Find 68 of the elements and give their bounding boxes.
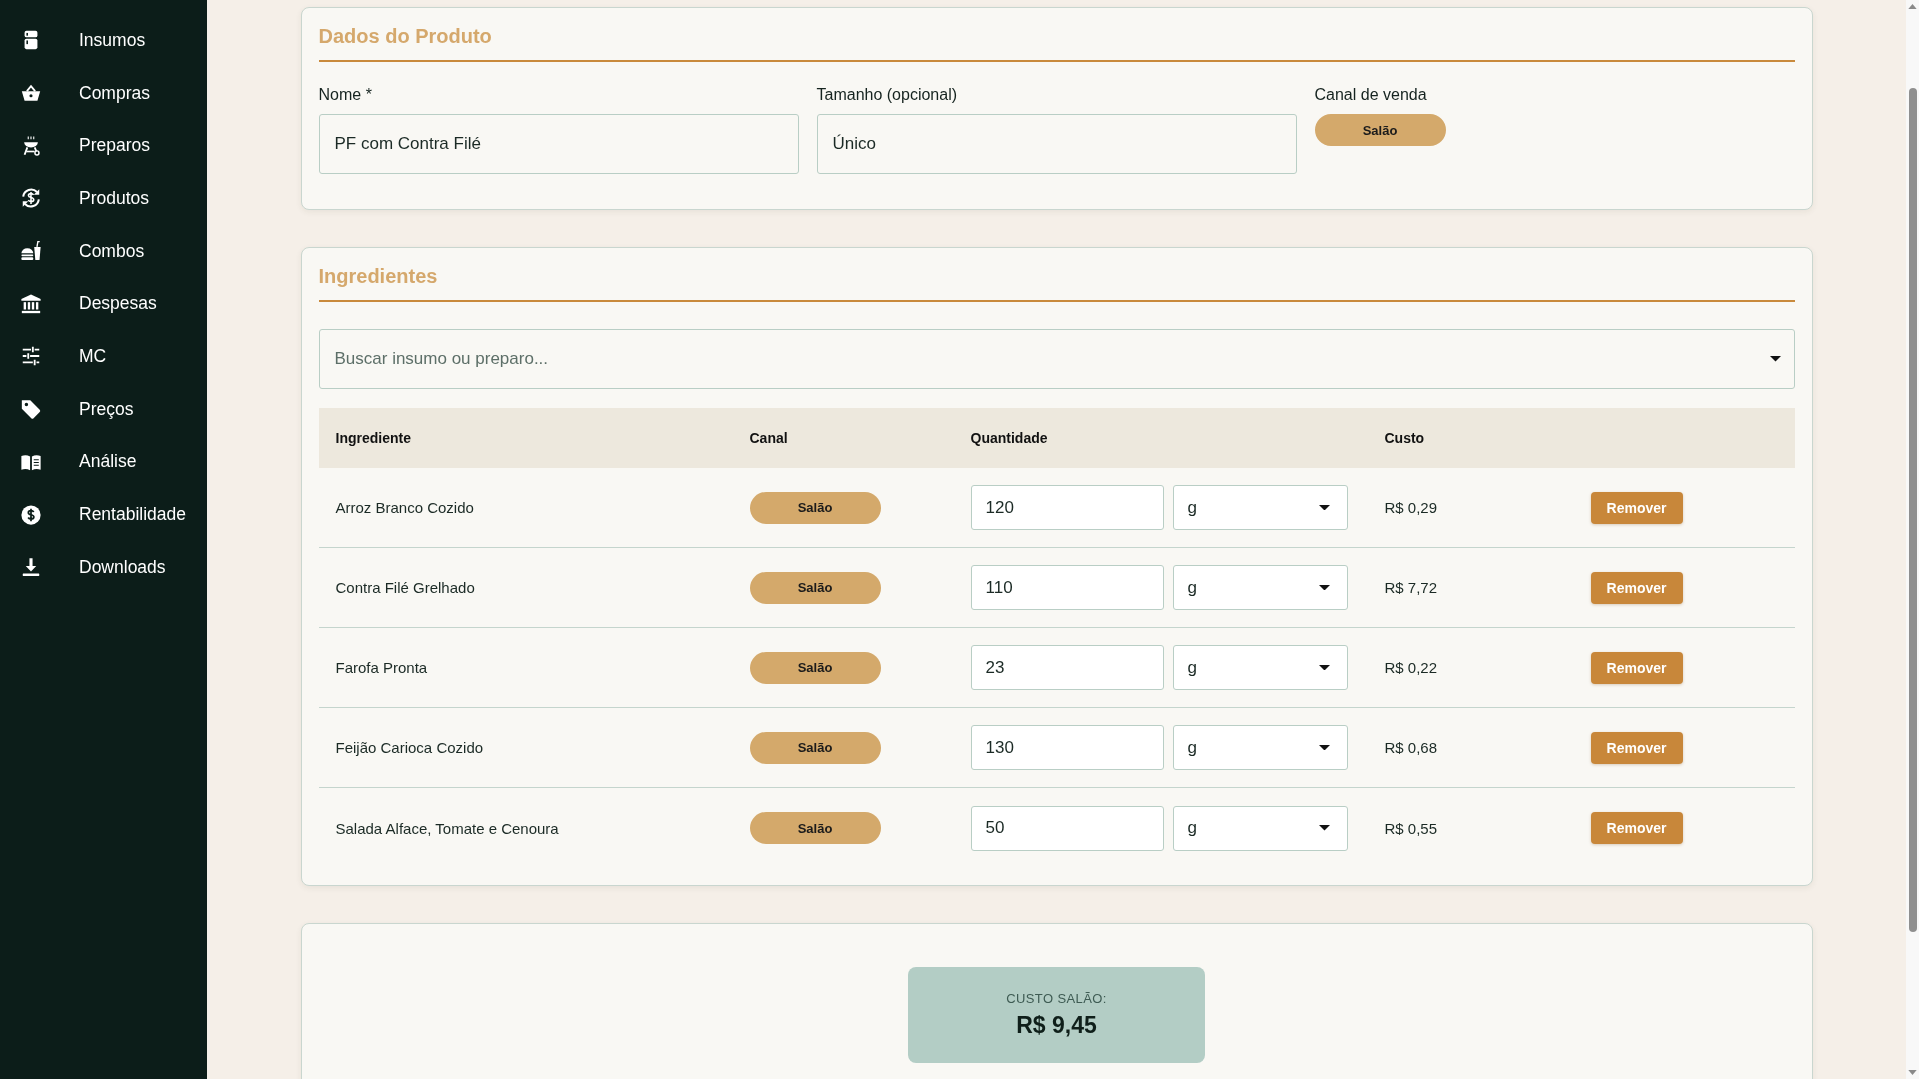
bank-icon bbox=[20, 292, 42, 315]
unit-select[interactable]: g bbox=[1172, 725, 1348, 770]
quantity-field[interactable]: 110 bbox=[970, 565, 1164, 610]
cost-text: R$ 0,22 bbox=[1384, 659, 1438, 676]
section-title: Dados do Produto bbox=[318, 25, 492, 47]
text-field[interactable]: PF com Contra Filé bbox=[318, 114, 799, 174]
ingredient-name: Feijão Carioca Cozido bbox=[335, 739, 484, 756]
cost-summary-label: CUSTO SALÃO: bbox=[1006, 991, 1107, 1006]
sidebar-item[interactable]: Downloads bbox=[0, 540, 207, 594]
scrollbar-thumb[interactable] bbox=[1908, 88, 1917, 932]
ingredient-name: Salada Alface, Tomate e Cenoura bbox=[335, 819, 559, 837]
sidebar-item[interactable]: Insumos bbox=[0, 14, 207, 67]
caret-icon bbox=[1318, 504, 1330, 511]
quantity-field[interactable]: 130 bbox=[970, 725, 1164, 770]
search-field[interactable]: Buscar insumo ou preparo... bbox=[318, 329, 1795, 389]
caret-icon bbox=[1318, 584, 1330, 591]
cost-text: R$ 0,68 bbox=[1384, 739, 1438, 756]
column-header: Custo bbox=[1384, 430, 1425, 446]
unit-select[interactable]: g bbox=[1172, 485, 1348, 530]
sidebar-item[interactable]: Preparos bbox=[0, 119, 207, 173]
download-icon bbox=[20, 556, 42, 579]
field-label: Canal de venda bbox=[1314, 85, 1427, 105]
text-field[interactable]: Único bbox=[816, 114, 1297, 174]
sidebar-item[interactable]: Despesas bbox=[0, 277, 207, 331]
caret-icon bbox=[1318, 664, 1330, 671]
unit-select[interactable]: g bbox=[1172, 805, 1348, 851]
scroll-up-arrow-icon bbox=[1908, 4, 1917, 9]
cost-text: R$ 0,55 bbox=[1384, 819, 1438, 837]
caret-icon bbox=[1318, 744, 1330, 751]
section-title: Ingredientes bbox=[318, 265, 438, 287]
field-label: Tamanho (opcional) bbox=[816, 85, 958, 105]
sliders-icon bbox=[20, 345, 42, 368]
sidebar-item[interactable]: Combos bbox=[0, 224, 207, 278]
cost-summary-value: R$ 9,45 bbox=[1016, 1012, 1097, 1039]
channel-badge: Salão bbox=[749, 491, 881, 524]
ingredient-name: Contra Filé Grelhado bbox=[335, 579, 475, 596]
column-header: Quantidade bbox=[970, 430, 1048, 446]
quantity-field[interactable]: 23 bbox=[970, 645, 1164, 690]
quantity-field[interactable]: 50 bbox=[970, 805, 1164, 851]
channel-badge: Salão bbox=[749, 571, 881, 604]
sidebar-item[interactable]: Compras bbox=[0, 66, 207, 120]
quantity-field[interactable]: 120 bbox=[970, 485, 1164, 530]
sidebar-item[interactable]: Análise bbox=[0, 435, 207, 489]
sidebar-item[interactable]: MC bbox=[0, 330, 207, 383]
caret-icon bbox=[1318, 825, 1330, 831]
column-header: Ingrediente bbox=[335, 430, 411, 446]
scrollbar[interactable] bbox=[1906, 0, 1919, 1079]
dollar-cycle-icon bbox=[20, 187, 42, 210]
ingredient-name: Farofa Pronta bbox=[335, 659, 428, 676]
scroll-down-arrow-icon bbox=[1908, 1070, 1917, 1075]
cost-text: R$ 7,72 bbox=[1384, 579, 1438, 596]
ingredient-name: Arroz Branco Cozido bbox=[335, 499, 474, 516]
unit-select[interactable]: g bbox=[1172, 565, 1348, 610]
channel-badge: Salão bbox=[749, 731, 881, 764]
channel-badge: Salão bbox=[749, 812, 881, 844]
cost-text: R$ 0,29 bbox=[1384, 499, 1438, 516]
channel-badge: Salão bbox=[749, 651, 881, 684]
tag-icon bbox=[20, 398, 42, 421]
field-label: Nome * bbox=[318, 85, 372, 105]
column-header: Canal bbox=[749, 430, 788, 446]
channel-toggle[interactable]: Salão bbox=[1314, 114, 1446, 146]
dollar-circle-icon bbox=[20, 503, 42, 526]
sidebar-item[interactable]: Produtos bbox=[0, 172, 207, 225]
burger-drink-icon bbox=[20, 240, 42, 263]
sidebar-item[interactable]: Preços bbox=[0, 382, 207, 436]
caret-icon bbox=[1769, 356, 1781, 362]
unit-select[interactable]: g bbox=[1172, 645, 1348, 690]
sidebar-item[interactable]: Rentabilidade bbox=[0, 488, 207, 541]
